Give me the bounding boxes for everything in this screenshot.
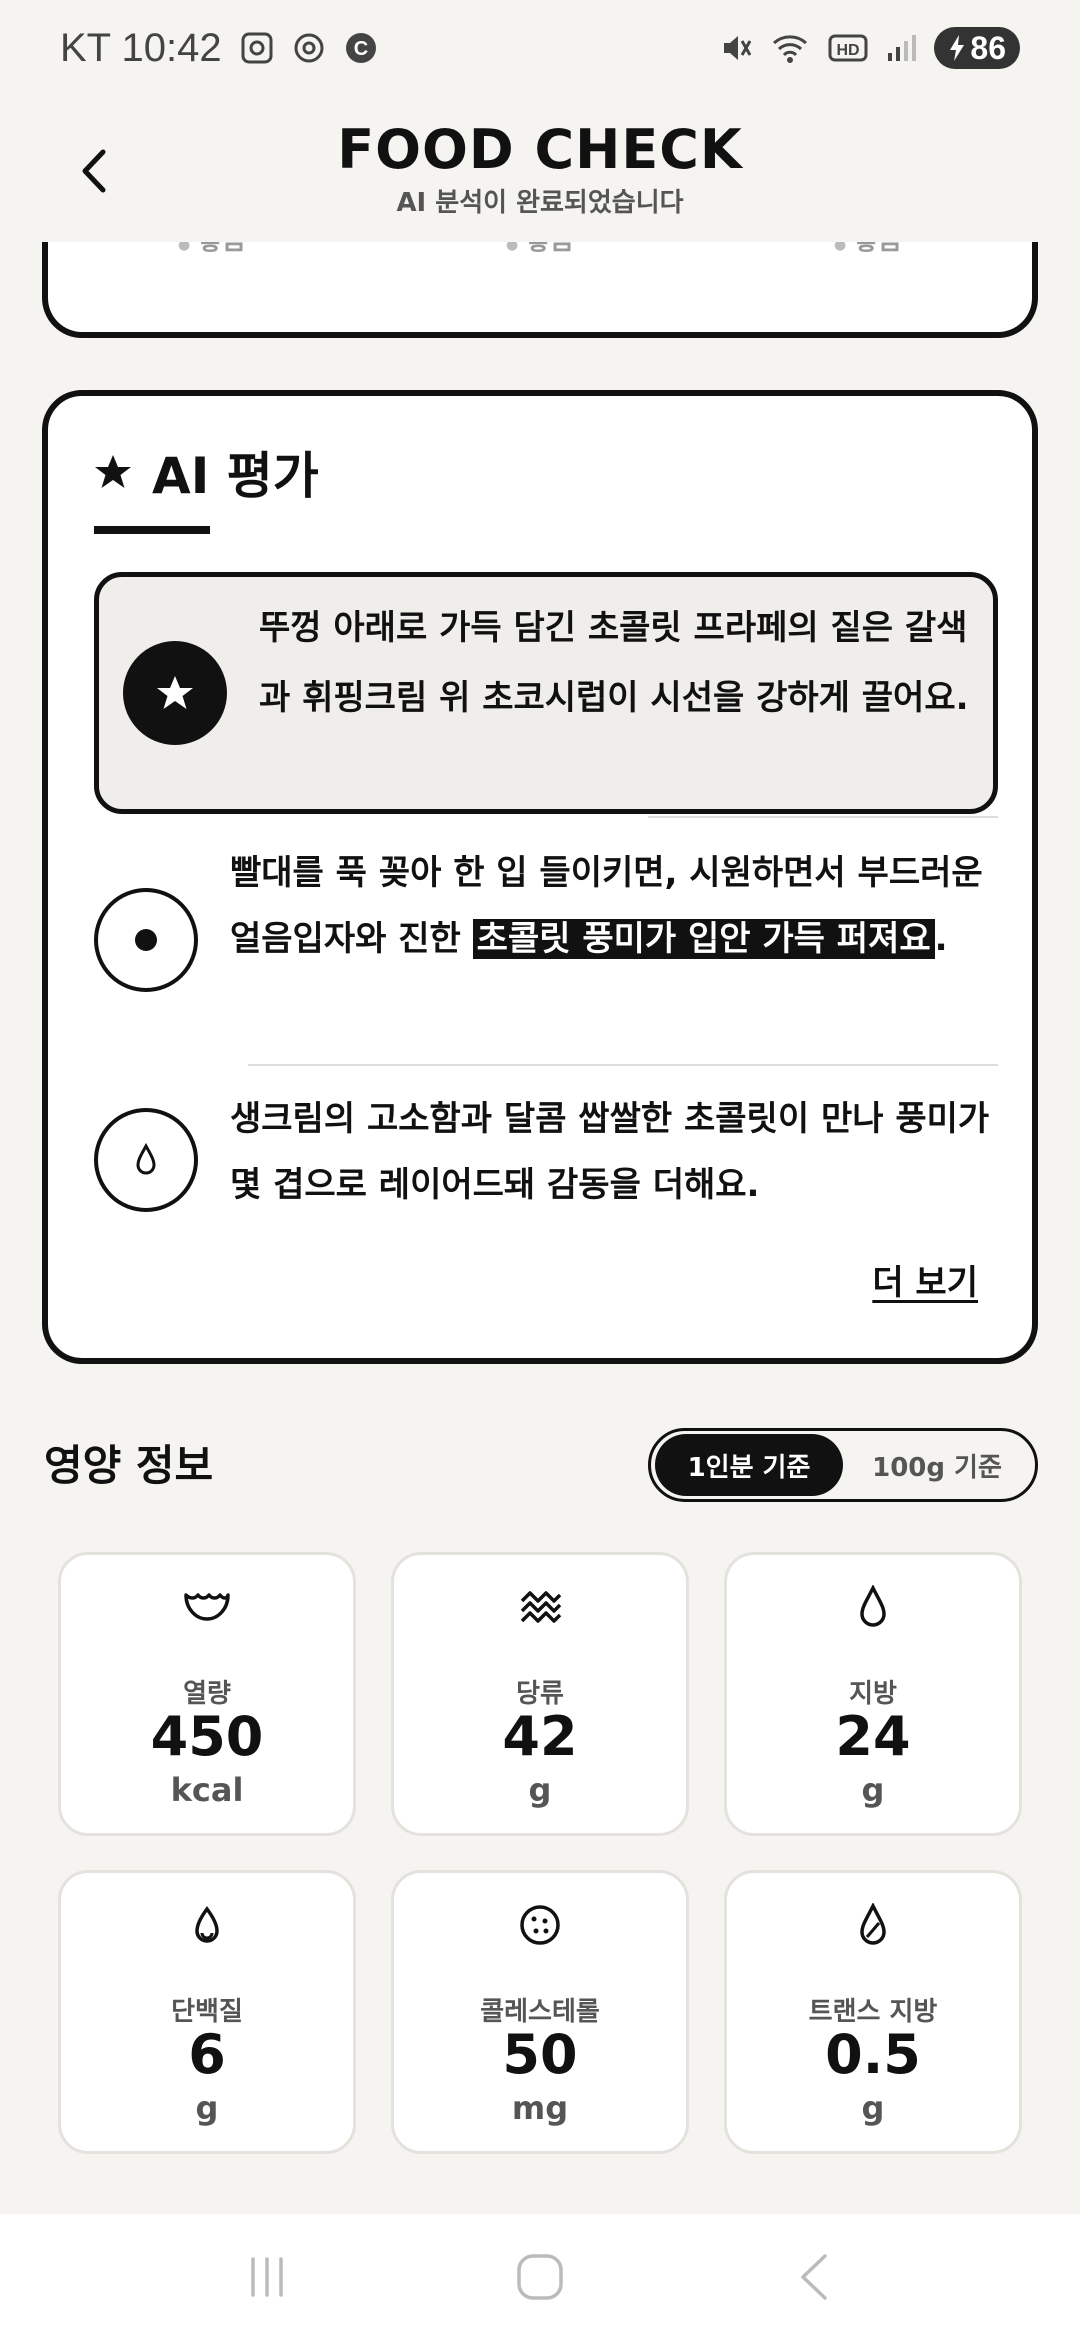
divider [248, 1064, 998, 1066]
dot-circle-icon [94, 888, 198, 992]
battery-icon: 86 [934, 27, 1020, 69]
signal-icon [886, 33, 917, 63]
status-right: HD 86 [718, 27, 1020, 69]
nutrient-card-sugar: 당류 42 g [391, 1552, 689, 1836]
screenshot-icon [240, 31, 274, 65]
highlight-box: 뚜껑 아래로 가득 담긴 초콜릿 프라페의 짙은 갈색과 휘핑크림 위 초코시럽… [94, 572, 998, 814]
drop-icon [727, 1585, 1019, 1635]
nutrition-grid: 열량 450 kcal 당류 42 g 지방 24 g 단백질 6 g 콜레스테… [58, 1552, 1022, 2154]
more-link[interactable]: 더 보기 [872, 1255, 978, 1304]
leaf-drop-icon [727, 1903, 1019, 1953]
egg-icon [61, 1903, 353, 1953]
c-icon: C [344, 31, 378, 65]
page-subtitle: AI 분석이 완료되었습니다 [396, 188, 684, 218]
nutrient-value: 50 [502, 2023, 578, 2086]
highlight-text: 뚜껑 아래로 가득 담긴 초콜릿 프라페의 짙은 갈색과 휘핑크림 위 초코시럽… [259, 608, 969, 718]
nutrient-card-calories: 열량 450 kcal [58, 1552, 356, 1836]
nutrient-value: 42 [502, 1705, 578, 1768]
title-underline [94, 526, 210, 534]
home-button[interactable] [500, 2237, 580, 2317]
star-icon [157, 676, 193, 709]
toggle-per-serving[interactable]: 1인분 기준 [655, 1434, 843, 1496]
wifi-icon [770, 31, 810, 65]
system-navbar [0, 2214, 1080, 2340]
page-title: FOOD CHECK [337, 118, 743, 181]
svg-text:HD: HD [837, 42, 860, 59]
nutrition-title: 영양 정보 [44, 1441, 214, 1490]
home-icon [517, 2254, 563, 2300]
nutrient-value: 450 [150, 1705, 264, 1768]
openai-icon [292, 31, 326, 65]
nutrient-unit: g [195, 2089, 219, 2127]
cookie-icon [394, 1903, 686, 1953]
back-icon [801, 2254, 828, 2300]
nutrient-card-trans-fat: 트랜스 지방 0.5 g [724, 1870, 1022, 2154]
star-icon [95, 455, 131, 488]
nutrient-card-protein: 단백질 6 g [58, 1870, 356, 2154]
status-bar: KT 10:42 C HD 86 [0, 0, 1080, 96]
nutrient-unit: g [861, 1771, 885, 1809]
status-left: KT 10:42 C [60, 26, 378, 71]
carrier-time: KT 10:42 [60, 25, 222, 70]
sugar-icon [394, 1585, 686, 1635]
nutrient-unit: g [528, 1771, 552, 1809]
nutrient-value: 0.5 [825, 2023, 921, 2086]
drop-circle-icon [94, 1108, 198, 1212]
ai-evaluation-card: AI 평가 뚜껑 아래로 가득 담긴 초콜릿 프라페의 짙은 갈색과 휘핑크림 … [42, 390, 1038, 1364]
nutrient-value: 6 [188, 2023, 226, 2086]
nutrient-unit: g [861, 2089, 885, 2127]
evaluation-point-1: 빨대를 푹 꽂아 한 입 들이키면, 시원하면서 부드러운 얼음입자와 진한 초… [94, 840, 998, 1050]
star-badge [123, 641, 227, 745]
svg-text:C: C [353, 38, 367, 60]
back-nav-button[interactable] [773, 2237, 853, 2317]
recent-apps-icon [250, 2257, 283, 2297]
app-header: FOOD CHECK AI 분석이 완료되었습니다 [0, 96, 1080, 242]
divider [648, 816, 998, 818]
recent-apps-button[interactable] [227, 2237, 307, 2317]
mute-icon [718, 31, 752, 65]
nutrient-value: 24 [835, 1705, 911, 1768]
hd-icon: HD [828, 33, 868, 63]
serving-toggle[interactable]: 1인분 기준 100g 기준 [648, 1428, 1038, 1502]
nutrient-unit: kcal [170, 1771, 244, 1809]
toggle-per-100g[interactable]: 100g 기준 [843, 1434, 1031, 1496]
bowl-icon [61, 1585, 353, 1635]
ai-title: AI 평가 [152, 447, 319, 505]
point-text-end: . [934, 919, 948, 959]
nutrient-card-cholesterol: 콜레스테롤 50 mg [391, 1870, 689, 2154]
nutrient-card-fat: 지방 24 g [724, 1552, 1022, 1836]
point-text-highlight: 초콜릿 풍미가 입안 가득 퍼져요 [472, 919, 935, 959]
evaluation-point-2: 생크림의 고소함과 달콤 쌉쌀한 초콜릿이 만나 풍미가 몇 겹으로 레이어드돼… [94, 1086, 998, 1236]
point-text: 빨대를 푹 꽂아 한 입 들이키면, 시원하면서 부드러운 얼음입자와 진한 초… [230, 840, 990, 972]
ai-title-row: AI 평가 [94, 436, 319, 508]
point-text: 생크림의 고소함과 달콤 쌉쌀한 초콜릿이 만나 풍미가 몇 겹으로 레이어드돼… [230, 1099, 990, 1205]
battery-level: 86 [970, 29, 1006, 66]
nutrient-unit: mg [511, 2089, 569, 2127]
